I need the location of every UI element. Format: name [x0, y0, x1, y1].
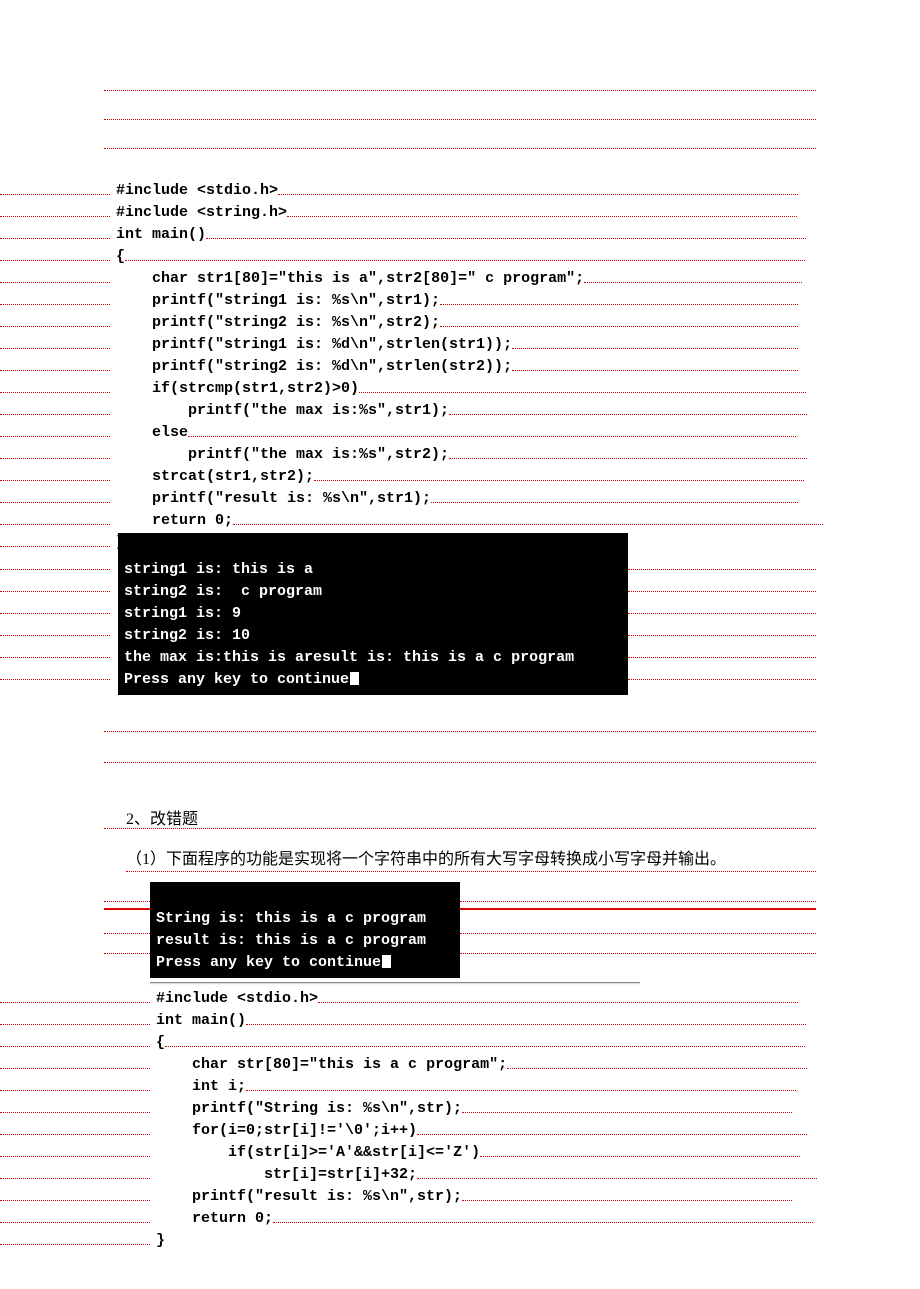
- console-line: result is: this is a c program: [156, 932, 426, 949]
- console-line: Press any key to continue: [124, 671, 359, 688]
- console-line: the max is:this is aresult is: this is a…: [124, 649, 574, 666]
- console-line: string2 is: c program: [124, 583, 322, 600]
- question-1-text: （1）下面程序的功能是实现将一个字符串中的所有大写字母转换成小写字母并输出。: [126, 845, 816, 872]
- console-output-2: String is: this is a c program result is…: [150, 882, 460, 978]
- document-page: #include <stdio.h> #include <string.h> i…: [0, 0, 920, 1289]
- code-block-1: #include <stdio.h> #include <string.h> i…: [0, 177, 920, 551]
- console-line: Press any key to continue: [156, 954, 391, 971]
- code-block-2: #include <stdio.h> int main() { char str…: [0, 985, 920, 1249]
- console-line: string2 is: 10: [124, 627, 250, 644]
- console-output-1: string1 is: this is a string2 is: c prog…: [118, 533, 628, 695]
- section-2-heading: 2、改错题: [126, 805, 202, 829]
- console-line: string1 is: 9: [124, 605, 241, 622]
- console-line: string1 is: this is a: [124, 561, 313, 578]
- section-2-heading-row: 2、改错题: [0, 803, 920, 833]
- console-line: String is: this is a c program: [156, 910, 426, 927]
